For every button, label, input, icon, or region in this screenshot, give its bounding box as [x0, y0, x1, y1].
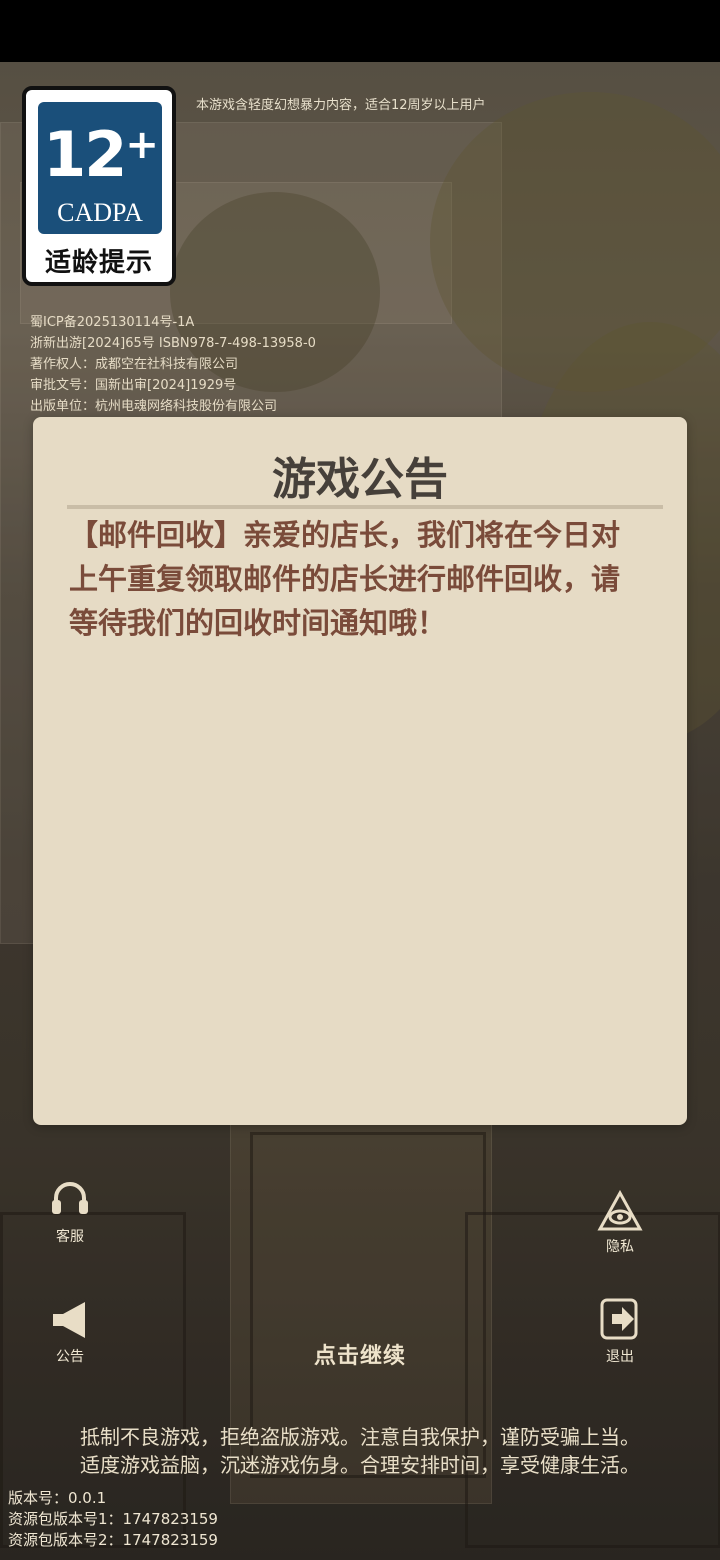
tap-to-continue[interactable]: 点击继续 — [0, 1338, 720, 1370]
age-caption: 适龄提示 — [44, 248, 153, 278]
age-rating-badge: 12+ CADPA 适龄提示 — [22, 86, 176, 286]
dialog-title: 游戏公告 — [272, 454, 448, 505]
version-info: 版本号：0.0.1 资源包版本号1：1747823159 资源包版本号2：174… — [8, 1488, 218, 1551]
app-version: 版本号：0.0.1 — [8, 1489, 107, 1507]
age-plus: + — [125, 122, 158, 168]
announcement-dialog[interactable]: 游戏公告 【邮件回收】亲爱的店长，我们将在今日对上午重复领取邮件的店长进行邮件回… — [33, 417, 687, 1125]
dialog-divider — [67, 505, 663, 509]
age-number: 12 — [43, 118, 127, 191]
resource-version-1: 资源包版本号1：1747823159 — [8, 1510, 218, 1528]
megaphone-icon — [53, 1302, 85, 1338]
legal-info: 蜀ICP备2025130114号-1A 浙新出游[2024]65号 ISBN97… — [30, 312, 316, 417]
service-button[interactable]: 客服 — [28, 1178, 112, 1246]
resource-version-2: 资源包版本号2：1747823159 — [8, 1531, 218, 1549]
legal-line: 著作权人：成都空在社科技有限公司 — [30, 357, 239, 372]
legal-line: 出版单位：杭州电魂网络科技股份有限公司 — [30, 399, 278, 414]
privacy-button[interactable]: 隐私 — [578, 1190, 662, 1256]
eye-triangle-icon — [597, 1190, 643, 1231]
cadpa-label: CADPA — [57, 198, 143, 227]
headset-icon — [52, 1182, 88, 1214]
legal-line: 蜀ICP备2025130114号-1A — [30, 315, 195, 330]
health-line-2: 适度游戏益脑，沉迷游戏伤身。合理安排时间，享受健康生活。 — [80, 1453, 640, 1477]
status-bar — [0, 0, 720, 62]
legal-line: 审批文号：国新出审[2024]1929号 — [30, 378, 237, 393]
dialog-body: 【邮件回收】亲爱的店长，我们将在今日对上午重复领取邮件的店长进行邮件回收，请等待… — [69, 518, 621, 640]
health-notice: 抵制不良游戏，拒绝盗版游戏。注意自我保护，谨防受骗上当。 适度游戏益脑，沉迷游戏… — [0, 1423, 720, 1479]
service-label: 客服 — [56, 1229, 84, 1245]
legal-line: 浙新出游[2024]65号 ISBN978-7-498-13958-0 — [30, 336, 316, 351]
privacy-label: 隐私 — [606, 1239, 634, 1255]
health-line-1: 抵制不良游戏，拒绝盗版游戏。注意自我保护，谨防受骗上当。 — [80, 1425, 640, 1449]
exit-icon — [600, 1298, 638, 1340]
rating-note: 本游戏含轻度幻想暴力内容，适合12周岁以上用户 — [196, 98, 486, 113]
